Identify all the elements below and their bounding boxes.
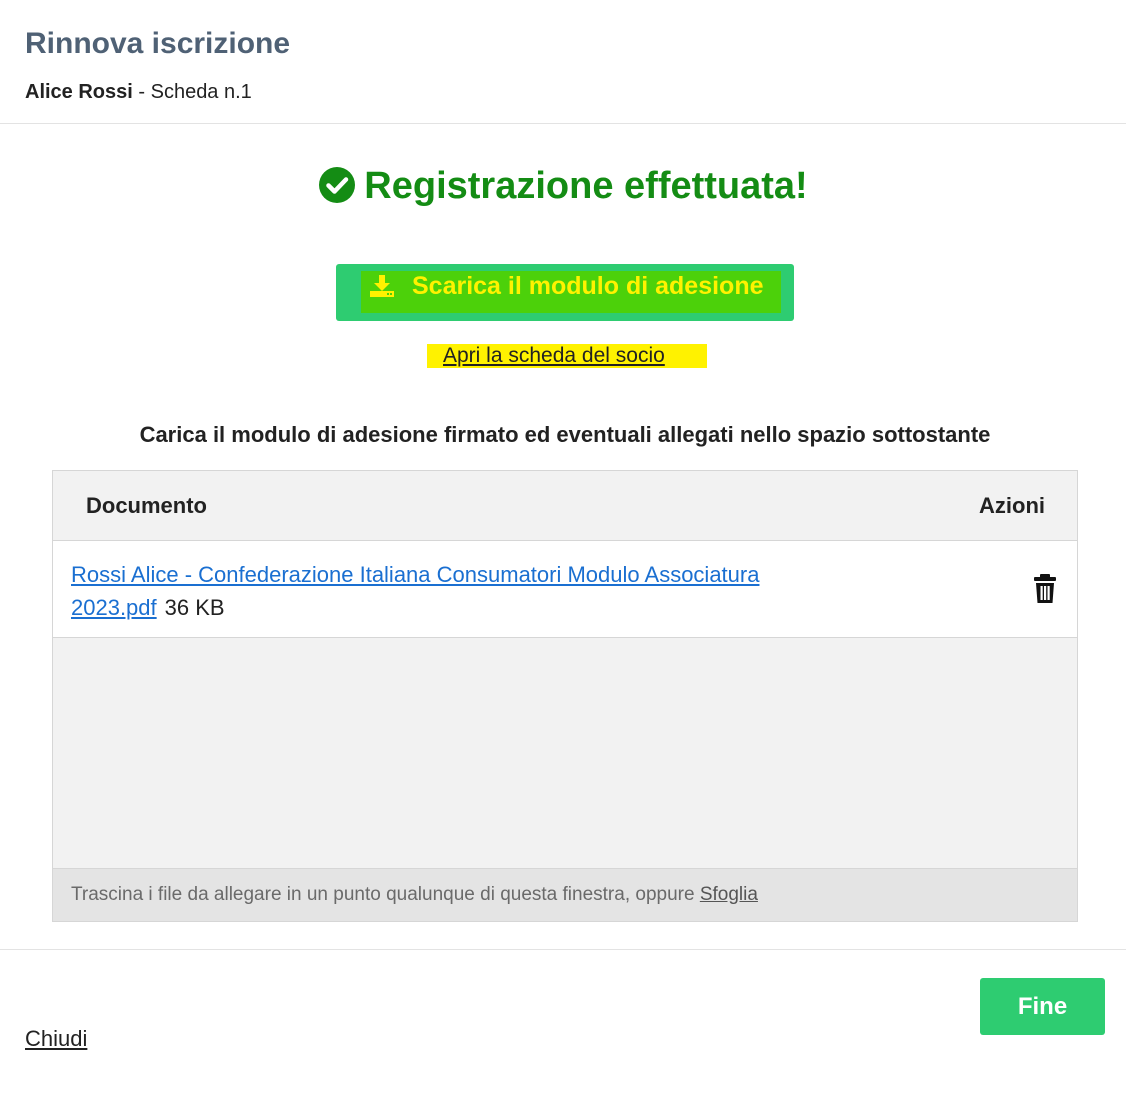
browse-link[interactable]: Sfoglia: [700, 884, 758, 905]
modal-title: Rinnova iscrizione: [25, 27, 291, 60]
modal-header: Rinnova iscrizione Alice Rossi - Scheda …: [0, 0, 1126, 124]
check-circle-icon: [319, 166, 356, 203]
download-form-button[interactable]: Scarica il modulo di adesione: [336, 264, 794, 321]
download-icon: [370, 275, 394, 297]
card-number: - Scheda n.1: [132, 81, 252, 103]
open-member-link[interactable]: Apri la scheda del socio: [443, 342, 665, 370]
member-link-highlight: Apri la scheda del socio: [427, 344, 707, 368]
document-cell: Rossi Alice - Confederazione Italiana Co…: [71, 558, 831, 624]
member-name: Alice Rossi: [25, 81, 133, 103]
footer-divider: [0, 949, 1126, 950]
download-button-label: Scarica il modulo di adesione: [412, 272, 764, 300]
success-message: Registrazione effettuata!: [0, 160, 1126, 212]
drop-zone-hint-text: Trascina i file da allegare in un punto …: [71, 884, 700, 905]
file-size: 36 KB: [164, 595, 225, 620]
documents-table: Documento Azioni Rossi Alice - Confedera…: [52, 470, 1078, 922]
drop-zone-hint: Trascina i file da allegare in un punto …: [71, 882, 758, 908]
column-header-actions: Azioni: [979, 493, 1045, 518]
table-row: Rossi Alice - Confederazione Italiana Co…: [53, 541, 1077, 638]
done-button[interactable]: Fine: [980, 978, 1105, 1035]
drop-zone[interactable]: [53, 638, 1077, 868]
trash-icon[interactable]: [1033, 574, 1057, 604]
success-text: Registrazione effettuata!: [364, 165, 808, 207]
close-link[interactable]: Chiudi: [25, 1024, 87, 1054]
upload-instructions: Carica il modulo di adesione firmato ed …: [139, 422, 991, 447]
drop-zone-footer: Trascina i file da allegare in un punto …: [53, 868, 1077, 921]
modal-subtitle: Alice Rossi - Scheda n.1: [25, 78, 252, 106]
table-header: Documento Azioni: [53, 471, 1077, 541]
column-header-document: Documento: [86, 493, 207, 518]
